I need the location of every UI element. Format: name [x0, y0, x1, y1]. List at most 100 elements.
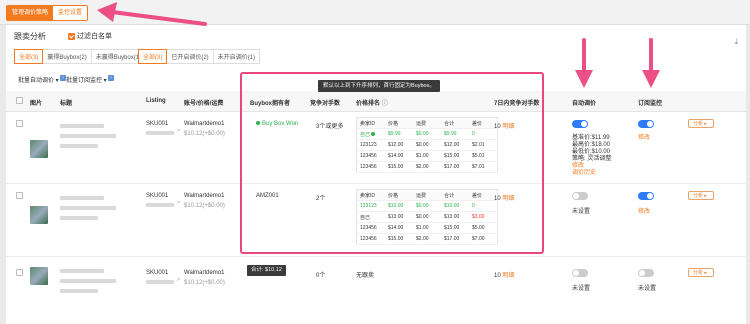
rank-cell: $10.00 — [385, 200, 413, 212]
col-price-rank-label: 价格排名 — [356, 101, 381, 107]
rank-cell: $2.00 — [413, 161, 441, 173]
table-header: 图片 标题 Listing 账号/价格/运费 Buybox拥有者 竞争对手数 价… — [6, 91, 746, 112]
auto-reprice-toggle[interactable] — [572, 192, 588, 200]
account-name: Walmartdemo1 — [184, 193, 225, 199]
rank-cell: $9.99 — [441, 128, 469, 140]
external-link-icon[interactable]: ↗ — [176, 200, 180, 206]
tab-won-buybox[interactable]: 赢得Buybox(2) — [42, 49, 92, 64]
row-checkbox[interactable] — [16, 120, 23, 127]
tab-reprice-enabled[interactable]: 已开启调价(2) — [166, 49, 214, 64]
rank-cell: $9.99 — [385, 128, 413, 140]
title-blurred — [60, 144, 98, 148]
download-icon[interactable]: ⤓ — [734, 37, 738, 47]
rank-cell: $3.00 — [469, 211, 498, 223]
rank-cell: 123456 — [356, 222, 385, 234]
listing-id-blurred — [146, 280, 174, 284]
rank-cell: 自己 — [356, 128, 385, 140]
rank-cell: $17.00 — [441, 233, 469, 245]
tab-all-reprice[interactable]: 全部(3) — [138, 49, 168, 64]
table-row: SKU001 ↗ Walmartdemo1 $10.12(+$0.00) AMZ… — [6, 184, 746, 257]
select-all-checkbox[interactable] — [16, 97, 23, 104]
price-rank-table: 卖家ID 价格 运费 合计 差价 自己 $9.99 $0.00 $9.99 0 123123 $… — [356, 117, 498, 173]
competitors-7d-value: 10 — [494, 124, 501, 130]
bulk-subscribe-dropdown[interactable]: 批量订阅监控 ▾? — [66, 75, 114, 84]
row-checkbox[interactable] — [16, 192, 23, 199]
subscribe-edit-link[interactable]: 修改 — [638, 206, 650, 215]
detail-link[interactable]: 明细 — [502, 124, 514, 130]
tab-all-buybox[interactable]: 全部(3) — [14, 49, 44, 64]
bulk-reprice-label: 批量自动调价 — [18, 78, 55, 84]
rank-cell: $1.00 — [413, 222, 441, 234]
manage-reprice-strategy-button[interactable]: 管理调价策略 — [6, 5, 55, 21]
buybox-won-status: Buy Box Won — [256, 121, 298, 127]
mini-col-total: 合计 — [441, 117, 469, 129]
analyze-label: 分析 — [693, 270, 704, 276]
auto-reprice-toggle[interactable] — [572, 120, 588, 128]
row-checkbox[interactable] — [16, 269, 23, 276]
rank-cell: $14.00 — [385, 222, 413, 234]
subscribe-toggle[interactable] — [638, 120, 654, 128]
analyze-button[interactable]: 分析 ▸ — [688, 191, 714, 200]
filter-whitelist-label: 过滤白名单 — [77, 33, 112, 40]
listing-sku[interactable]: SKU001 — [146, 121, 168, 127]
col-listing: Listing — [146, 98, 166, 104]
price-rank-status: 无跟卖 — [356, 273, 375, 279]
subscribe-edit-link[interactable]: 修改 — [638, 132, 650, 141]
table-row: SKU001 ↗ Walmartdemo1 $10.12(+$0.00) Buy… — [6, 112, 746, 184]
rank-cell: 0 — [469, 200, 498, 212]
rank-cell: $0.00 — [413, 139, 441, 151]
competitors-7d: 10 明细 — [494, 193, 514, 202]
external-link-icon[interactable]: ↗ — [176, 277, 180, 283]
rank-cell: 123456 — [356, 233, 385, 245]
bulk-reprice-dropdown[interactable]: 批量自动调价 ▾? — [18, 75, 66, 84]
rank-cell: $17.00 — [441, 161, 469, 173]
listing-id-blurred — [146, 131, 174, 135]
rank-cell: $15.00 — [441, 222, 469, 234]
info-icon[interactable]: ⓘ — [382, 101, 388, 107]
subscribe-toggle[interactable] — [638, 192, 654, 200]
product-thumbnail — [30, 140, 48, 158]
rank-cell: 123123 — [356, 139, 385, 151]
buybox-won-icon — [256, 121, 260, 126]
title-blurred — [60, 289, 98, 293]
mini-col-price: 价格 — [385, 189, 413, 201]
filter-whitelist[interactable]: 过滤白名单 — [68, 31, 112, 41]
auto-reprice-toggle[interactable] — [572, 269, 588, 277]
listing-id-blurred — [146, 203, 174, 207]
col-competitors-7d: 7日内竞争对手数 — [494, 101, 540, 107]
listing-sku[interactable]: SKU001 — [146, 270, 168, 276]
listing-sku[interactable]: SKU001 — [146, 193, 168, 199]
mini-col-seller: 卖家ID — [356, 189, 385, 201]
subscribe-toggle[interactable] — [638, 269, 654, 277]
buybox-owner: AMZ001 — [256, 193, 279, 199]
own-seller-icon — [371, 132, 376, 137]
tab-reprice-disabled[interactable]: 未开启调价(1) — [212, 49, 261, 64]
account-price: $10.12(+$0.00) — [184, 280, 225, 286]
rank-cell: $10.00 — [441, 200, 469, 212]
mini-col-seller: 卖家ID — [356, 117, 385, 129]
reprice-filter-tabs: 全部(3) 已开启调价(2) 未开启调价(1) — [138, 49, 261, 64]
price-rank-table: 卖家ID 价格 运费 合计 差价 123123 $10.00 $0.00 $10.00 0 自己… — [356, 189, 498, 245]
rank-cell: 0 — [469, 128, 498, 140]
rank-cell: $0.00 — [413, 200, 441, 212]
detail-link[interactable]: 明细 — [502, 196, 514, 202]
mini-col-total: 合计 — [441, 189, 469, 201]
competitors-7d-value: 10 — [494, 273, 501, 279]
title-blurred — [60, 269, 104, 273]
account-price: $10.12(+$0.00) — [184, 203, 225, 209]
filter-whitelist-checkbox[interactable] — [68, 32, 75, 40]
rank-cell: $7.01 — [469, 161, 498, 173]
competitors-7d: 10 明细 — [494, 121, 514, 130]
monitor-settings-button[interactable]: 监控设置 — [52, 5, 89, 21]
analyze-button[interactable]: 分析 ▸ — [688, 119, 714, 128]
detail-link[interactable]: 明细 — [502, 273, 514, 279]
rank-cell: $15.00 — [385, 161, 413, 173]
external-link-icon[interactable]: ↗ — [176, 128, 180, 134]
rank-cell: $1.00 — [413, 150, 441, 162]
analyze-label: 分析 — [693, 121, 704, 127]
analyze-button[interactable]: 分析 ▸ — [688, 268, 714, 277]
reprice-history-link[interactable]: 调价历史 — [572, 167, 596, 176]
page-title: 跟卖分析 — [14, 32, 46, 41]
col-competitors: 竞争对手数 — [310, 101, 341, 107]
col-auto-reprice: 自动调价 — [572, 101, 597, 107]
